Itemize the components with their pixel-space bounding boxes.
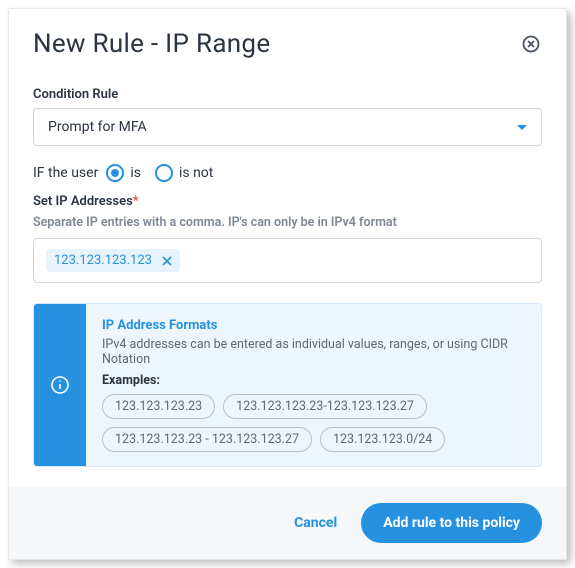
chevron-down-icon — [517, 125, 527, 130]
radio-is-not-label: is not — [179, 165, 213, 181]
info-accent — [34, 304, 86, 466]
example-pill: 123.123.123.23-123.123.123.27 — [223, 394, 427, 419]
info-examples: 123.123.123.23 123.123.123.23-123.123.12… — [102, 394, 525, 452]
required-asterisk: * — [133, 194, 139, 209]
info-box: IP Address Formats IPv4 addresses can be… — [33, 303, 542, 467]
new-rule-modal: New Rule - IP Range Condition Rule Promp… — [8, 8, 567, 560]
radio-is[interactable] — [106, 164, 124, 182]
condition-rule-value: Prompt for MFA — [48, 119, 147, 135]
close-button[interactable] — [520, 33, 542, 55]
example-pill: 123.123.123.0/24 — [320, 427, 445, 452]
ip-chip-remove[interactable] — [162, 256, 172, 266]
radio-is-not[interactable] — [155, 164, 173, 182]
modal-body: Condition Rule Prompt for MFA IF the use… — [9, 67, 566, 487]
info-title: IP Address Formats — [102, 318, 525, 333]
user-condition-row: IF the user is is not — [33, 164, 542, 182]
example-pill: 123.123.123.23 — [102, 394, 215, 419]
info-icon — [50, 375, 70, 395]
info-content: IP Address Formats IPv4 addresses can be… — [86, 304, 541, 466]
ip-addresses-label: Set IP Addresses* — [33, 194, 542, 209]
close-icon — [522, 35, 540, 53]
radio-is-label: is — [130, 165, 141, 181]
info-examples-label: Examples: — [102, 373, 525, 388]
ip-chip-text: 123.123.123.123 — [54, 253, 152, 268]
ip-addresses-hint: Separate IP entries with a comma. IP's c… — [33, 215, 542, 230]
ip-chip: 123.123.123.123 — [46, 249, 180, 272]
condition-rule-label: Condition Rule — [33, 87, 542, 102]
info-description: IPv4 addresses can be entered as individ… — [102, 337, 525, 367]
modal-header: New Rule - IP Range — [9, 9, 566, 67]
modal-title: New Rule - IP Range — [33, 29, 270, 59]
example-pill: 123.123.123.23 - 123.123.123.27 — [102, 427, 312, 452]
add-rule-button[interactable]: Add rule to this policy — [361, 503, 542, 543]
cancel-button[interactable]: Cancel — [294, 515, 337, 531]
condition-rule-select[interactable]: Prompt for MFA — [33, 108, 542, 146]
modal-footer: Cancel Add rule to this policy — [9, 487, 566, 559]
ip-addresses-label-text: Set IP Addresses — [33, 194, 133, 209]
ip-addresses-input[interactable]: 123.123.123.123 — [33, 238, 542, 283]
user-condition-prefix: IF the user — [33, 165, 98, 181]
close-icon — [162, 256, 172, 266]
